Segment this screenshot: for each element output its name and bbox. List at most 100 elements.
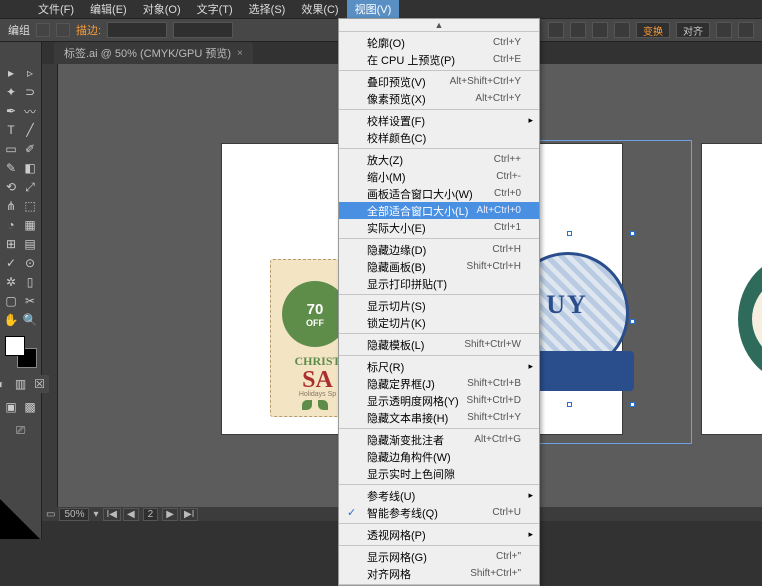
menu-item[interactable]: 校样设置(F)▸ — [339, 112, 539, 129]
hand-tool[interactable]: ✋ — [2, 311, 20, 329]
screen-mode-icon[interactable]: ⎚ — [12, 421, 30, 439]
color-mode-icon[interactable]: ◐ — [0, 375, 11, 393]
zoom-tool[interactable]: 🔍 — [21, 311, 39, 329]
lasso-tool[interactable]: ⊃ — [21, 83, 39, 101]
fill-color[interactable] — [5, 336, 25, 356]
menu-item[interactable]: 缩小(M)Ctrl+- — [339, 168, 539, 185]
menu-item-label: 校样颜色(C) — [367, 130, 426, 146]
menu-item[interactable]: 隐藏画板(B)Shift+Ctrl+H — [339, 258, 539, 275]
gradient-mode-icon[interactable]: ▥ — [12, 375, 30, 393]
menu-item[interactable]: 画板适合窗口大小(W)Ctrl+0 — [339, 185, 539, 202]
menu-item[interactable]: ✓智能参考线(Q)Ctrl+U — [339, 504, 539, 521]
document-tab[interactable]: 标签.ai @ 50% (CMYK/GPU 预览) × — [54, 42, 253, 64]
menu-object[interactable]: 对象(O) — [135, 0, 189, 19]
line-tool[interactable]: ╱ — [21, 121, 39, 139]
next-artboard-button[interactable]: ▶ — [162, 508, 178, 521]
fill-swatch[interactable] — [36, 23, 50, 37]
width-tool[interactable]: ⋔ — [2, 197, 20, 215]
draw-behind-icon[interactable]: ▩ — [21, 398, 39, 416]
gradient-tool[interactable]: ▤ — [21, 235, 39, 253]
menu-item[interactable]: 隐藏定界框(J)Shift+Ctrl+B — [339, 375, 539, 392]
menu-edit[interactable]: 编辑(E) — [82, 0, 135, 19]
artboard-tool[interactable]: ▢ — [2, 292, 20, 310]
menu-item[interactable]: 显示打印拼贴(T) — [339, 275, 539, 292]
shape-builder-tool[interactable]: ◔ — [2, 216, 20, 234]
align-icon[interactable] — [592, 22, 608, 38]
menu-item[interactable]: 实际大小(E)Ctrl+1 — [339, 219, 539, 236]
menu-item[interactable]: 叠印预览(V)Alt+Shift+Ctrl+Y — [339, 73, 539, 90]
type-tool[interactable]: T — [2, 121, 20, 139]
artboard-number[interactable]: 2 — [143, 508, 159, 521]
menu-select[interactable]: 选择(S) — [241, 0, 294, 19]
menu-item[interactable]: 参考线(U)▸ — [339, 487, 539, 504]
perspective-tool[interactable]: ▦ — [21, 216, 39, 234]
menu-item[interactable]: 像素预览(X)Alt+Ctrl+Y — [339, 90, 539, 107]
magic-wand-tool[interactable]: ✦ — [2, 83, 20, 101]
menu-item-label: 在 CPU 上预览(P) — [367, 52, 455, 68]
rectangle-tool[interactable]: ▭ — [2, 140, 20, 158]
extra2-icon[interactable] — [738, 22, 754, 38]
menu-item[interactable]: 隐藏模板(L)Shift+Ctrl+W — [339, 336, 539, 353]
opacity-icon[interactable] — [548, 22, 564, 38]
none-mode-icon[interactable]: ☒ — [31, 375, 49, 393]
symbol-sprayer-tool[interactable]: ✲ — [2, 273, 20, 291]
menu-item[interactable]: 在 CPU 上预览(P)Ctrl+E — [339, 51, 539, 68]
view-mode-icon[interactable]: ▭ — [46, 509, 55, 520]
last-artboard-button[interactable]: ▶I — [180, 508, 198, 521]
menu-item[interactable]: 隐藏边角构件(W) — [339, 448, 539, 465]
pencil-tool[interactable]: ✎ — [2, 159, 20, 177]
extra1-icon[interactable] — [716, 22, 732, 38]
stroke-swatch[interactable] — [56, 23, 70, 37]
menu-item[interactable]: 校样颜色(C) — [339, 129, 539, 146]
curvature-tool[interactable]: 〰 — [21, 102, 39, 120]
eyedropper-tool[interactable]: ✓ — [2, 254, 20, 272]
menu-item[interactable]: 显示实时上色间隙 — [339, 465, 539, 482]
ruler-vertical[interactable] — [42, 64, 58, 509]
menu-type[interactable]: 文字(T) — [189, 0, 241, 19]
artwork-wreath[interactable]: Merr SEA SA — [738, 254, 762, 384]
rotate-tool[interactable]: ⟲ — [2, 178, 20, 196]
tab-close-icon[interactable]: × — [237, 48, 243, 59]
align-button[interactable]: 对齐 — [676, 22, 710, 38]
scale-tool[interactable]: ⤢ — [21, 178, 39, 196]
menu-item[interactable]: 隐藏渐变批注者Alt+Ctrl+G — [339, 431, 539, 448]
transform-button[interactable]: 变换 — [636, 22, 670, 38]
zoom-dd-icon[interactable]: ▾ — [93, 509, 98, 520]
menu-item[interactable]: 全部适合窗口大小(L)Alt+Ctrl+0 — [339, 202, 539, 219]
zoom-field[interactable]: 50% — [59, 508, 89, 521]
selection-tool[interactable]: ▸ — [2, 64, 20, 82]
arrange-icon[interactable] — [614, 22, 630, 38]
menu-item[interactable]: 放大(Z)Ctrl++ — [339, 151, 539, 168]
menu-file[interactable]: 文件(F) — [30, 0, 82, 19]
menu-item[interactable]: 隐藏边缘(D)Ctrl+H — [339, 241, 539, 258]
menu-item[interactable]: 透视网格(P)▸ — [339, 526, 539, 543]
draw-normal-icon[interactable]: ▣ — [2, 398, 20, 416]
menu-item[interactable]: 显示切片(S) — [339, 297, 539, 314]
menu-item[interactable]: 标尺(R)▸ — [339, 358, 539, 375]
first-artboard-button[interactable]: I◀ — [103, 508, 121, 521]
mesh-tool[interactable]: ⊞ — [2, 235, 20, 253]
menu-item[interactable]: 显示透明度网格(Y)Shift+Ctrl+D — [339, 392, 539, 409]
stroke-dash-dropdown[interactable] — [173, 22, 233, 38]
blend-tool[interactable]: ⊙ — [21, 254, 39, 272]
free-transform-tool[interactable]: ⬚ — [21, 197, 39, 215]
menu-scroll-up-icon[interactable]: ▲ — [339, 19, 539, 32]
menu-item[interactable]: 对齐网格Shift+Ctrl+" — [339, 565, 539, 582]
menu-item[interactable]: 隐藏文本串接(H)Shift+Ctrl+Y — [339, 409, 539, 426]
column-tool[interactable]: ▯ — [21, 273, 39, 291]
menu-item[interactable]: 显示网格(G)Ctrl+" — [339, 548, 539, 565]
recolor-icon[interactable] — [570, 22, 586, 38]
menu-item[interactable]: 轮廓(O)Ctrl+Y — [339, 34, 539, 51]
menu-item[interactable]: 锁定切片(K) — [339, 314, 539, 331]
slice-tool[interactable]: ✂ — [21, 292, 39, 310]
prev-artboard-button[interactable]: ◀ — [123, 508, 139, 521]
eraser-tool[interactable]: ◧ — [21, 159, 39, 177]
menu-view[interactable]: 视图(V) — [347, 0, 400, 19]
pen-tool[interactable]: ✒ — [2, 102, 20, 120]
direct-selection-tool[interactable]: ▹ — [21, 64, 39, 82]
stroke-weight-dropdown[interactable] — [107, 22, 167, 38]
menu-effect[interactable]: 效果(C) — [293, 0, 346, 19]
paintbrush-tool[interactable]: ✐ — [21, 140, 39, 158]
menu-shortcut: Ctrl++ — [494, 154, 521, 165]
color-well[interactable] — [5, 336, 37, 368]
